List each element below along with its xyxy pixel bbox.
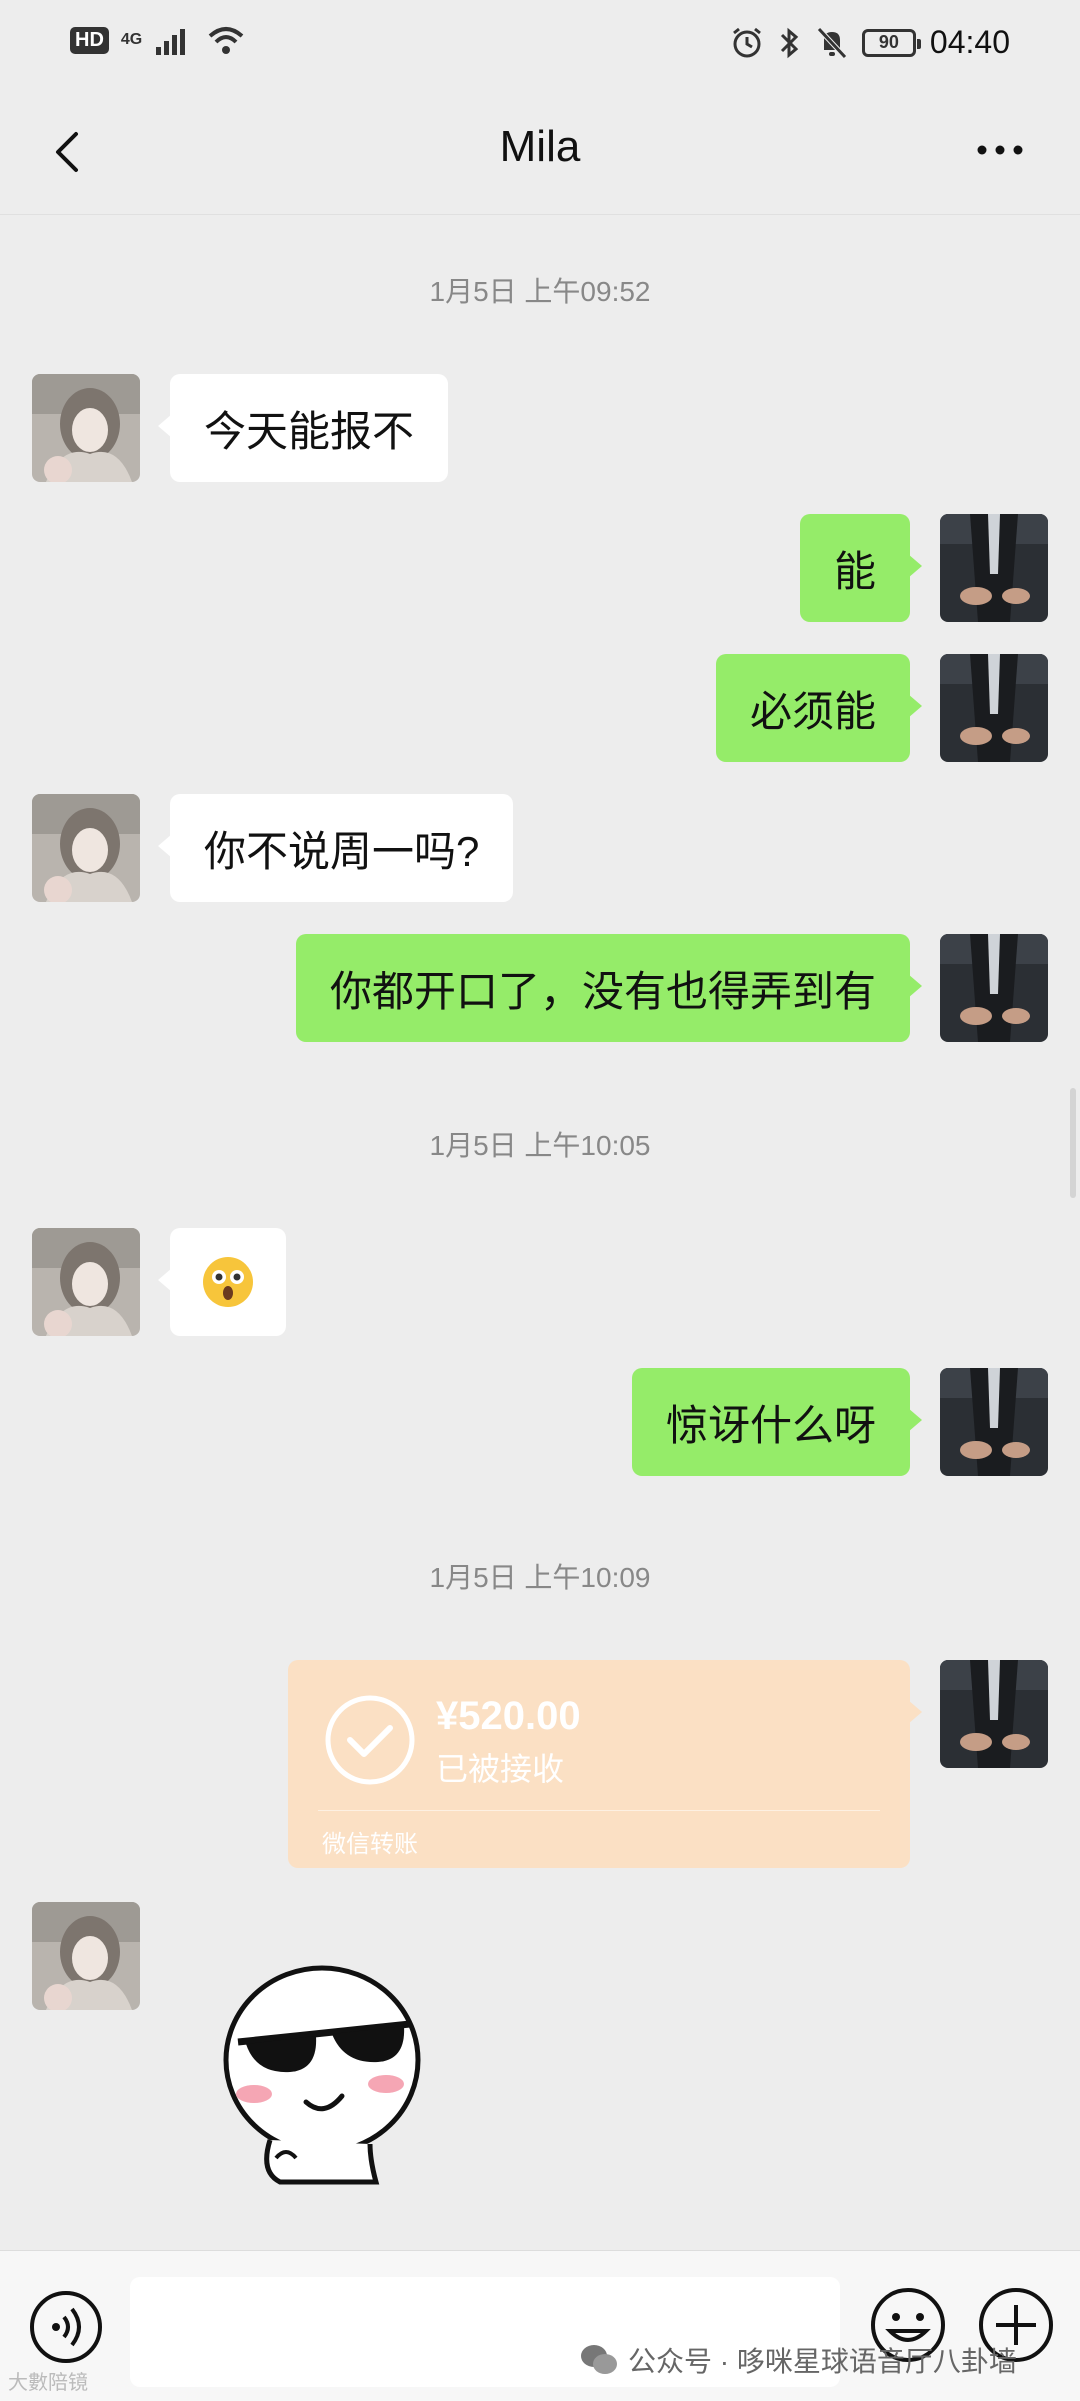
status-bar: HD 4G 90 04:40 (0, 0, 1080, 90)
transfer-amount: ¥520.00 (436, 1694, 581, 1738)
contact-avatar[interactable] (32, 794, 140, 902)
corner-watermark: 大數陪镜 (8, 2372, 88, 2394)
status-left: HD 4G (70, 24, 246, 56)
scrollbar-thumb[interactable] (1070, 1088, 1076, 1198)
wifi-icon (208, 27, 244, 54)
message-bubble-sent[interactable]: 惊讶什么呀 (631, 1368, 923, 1476)
mute-notification-icon (817, 26, 847, 59)
cool-sunglasses-sticker[interactable] (220, 1960, 430, 2190)
chat-title: Mila (499, 122, 581, 171)
message-bubble-received[interactable]: 你不说周一吗? (157, 794, 514, 902)
message-bubble-received[interactable]: 今天能报不 (157, 374, 449, 482)
timestamp: 1月5日 上午10:09 (429, 1562, 651, 1593)
signal-icon (156, 29, 186, 55)
message-bubble-received[interactable] (158, 1228, 286, 1336)
my-avatar[interactable] (940, 934, 1048, 1042)
alarm-icon (732, 27, 761, 57)
hd-indicator: HD (70, 26, 109, 54)
bluetooth-icon (780, 27, 799, 58)
more-options-icon[interactable] (970, 130, 1030, 170)
clock: 04:40 (929, 24, 1010, 60)
contact-avatar[interactable] (32, 374, 140, 482)
message-bubble-sent[interactable]: 你都开口了，没有也得弄到有 (295, 934, 923, 1042)
divider (318, 1810, 880, 1811)
watermark-text: 公众号 · 哆咪星球语音厅八卦墙 (628, 2346, 1017, 2377)
status-right: 90 04:40 (730, 24, 1010, 61)
network-type: 4G (120, 31, 143, 48)
wechat-transfer-card[interactable]: ¥520.00 已被接收 微信转账 (288, 1660, 922, 1868)
battery-indicator: 90 (861, 28, 921, 57)
transfer-label: 微信转账 (322, 1831, 418, 1858)
watermark: 公众号 · 哆咪星球语音厅八卦墙 (580, 2340, 1017, 2380)
my-avatar[interactable] (940, 514, 1048, 622)
transfer-status: 已被接收 (436, 1751, 565, 1787)
my-avatar[interactable] (940, 654, 1048, 762)
timestamp: 1月5日 上午09:52 (429, 276, 651, 307)
timestamp: 1月5日 上午10:05 (429, 1130, 651, 1161)
wechat-logo-icon (581, 2345, 617, 2374)
contact-avatar[interactable] (32, 1228, 140, 1336)
voice-input-icon[interactable] (28, 2289, 104, 2365)
my-avatar[interactable] (940, 1368, 1048, 1476)
message-bubble-sent[interactable]: 必须能 (715, 654, 923, 762)
message-bubble-sent[interactable]: 能 (799, 514, 923, 622)
surprised-emoji-icon (203, 1257, 253, 1307)
my-avatar[interactable] (940, 1660, 1048, 1768)
chat-header: Mila (0, 90, 1080, 215)
contact-avatar[interactable] (32, 1902, 140, 2010)
check-circle-icon (325, 1695, 415, 1785)
